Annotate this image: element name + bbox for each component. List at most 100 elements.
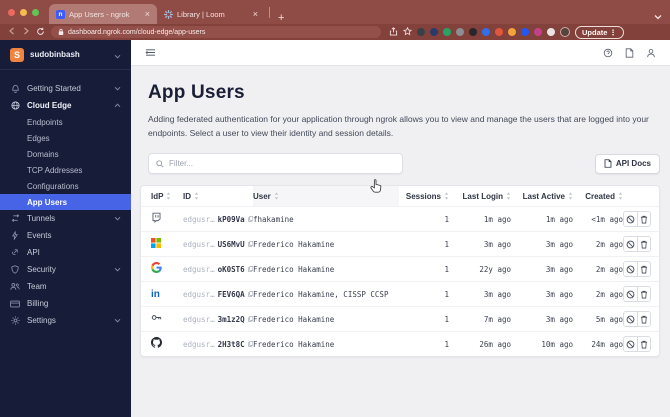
microsoft-icon xyxy=(151,235,161,253)
revoke-sessions-button[interactable] xyxy=(624,262,637,277)
extension-icon[interactable] xyxy=(495,28,503,36)
delete-user-button[interactable] xyxy=(636,237,650,252)
extension-icon[interactable] xyxy=(469,28,477,36)
docs-icon[interactable] xyxy=(625,47,634,58)
extension-icon[interactable] xyxy=(430,28,438,36)
sidebar-item-settings[interactable]: Settings xyxy=(0,312,131,329)
kebab-menu-icon[interactable]: ⋮ xyxy=(609,28,617,37)
last-active: 1m ago xyxy=(545,214,573,224)
revoke-sessions-button[interactable] xyxy=(624,312,637,327)
gear-icon xyxy=(10,316,20,325)
revoke-sessions-button[interactable] xyxy=(624,212,637,227)
sidebar-item-configurations[interactable]: Configurations xyxy=(0,178,131,194)
url-field[interactable]: dashboard.ngrok.com/cloud-edge/app-users xyxy=(51,26,381,38)
sessions-count: 1 xyxy=(444,214,449,224)
extension-icon[interactable] xyxy=(521,28,529,36)
extension-icon[interactable] xyxy=(534,28,542,36)
delete-user-button[interactable] xyxy=(636,262,650,277)
forward-icon[interactable] xyxy=(22,27,30,37)
sort-icon[interactable] xyxy=(274,192,279,200)
sidebar-item-billing[interactable]: Billing xyxy=(0,295,131,312)
delete-user-button[interactable] xyxy=(636,312,650,327)
sidebar-item-label: Cloud Edge xyxy=(27,101,72,110)
sidebar-item-cloud-edge[interactable]: Cloud Edge xyxy=(0,97,131,114)
col-header-created[interactable]: Created xyxy=(573,192,623,201)
sort-icon[interactable] xyxy=(166,192,171,200)
delete-user-button[interactable] xyxy=(636,287,650,302)
sidebar-item-team[interactable]: Team xyxy=(0,278,131,295)
tab-app-users[interactable]: n App Users - ngrok × xyxy=(49,4,157,24)
close-window-button[interactable] xyxy=(8,8,15,16)
bookmark-star-icon[interactable] xyxy=(402,23,413,41)
sidebar-item-label: API xyxy=(27,248,40,257)
table-row[interactable]: edgusr… 3m1z2Q Frederico Hakamine 1 7m ago 3m… xyxy=(141,306,659,331)
sidebar-item-edges[interactable]: Edges xyxy=(0,130,131,146)
table-row[interactable]: edgusr… US6MvU Frederico Hakamine 1 3m ago 3m… xyxy=(141,231,659,256)
new-tab-button[interactable]: + xyxy=(278,12,284,24)
refresh-icon[interactable] xyxy=(36,27,45,38)
row-action-group xyxy=(623,211,651,228)
last-active: 10m ago xyxy=(541,339,573,349)
address-bar: dashboard.ngrok.com/cloud-edge/app-users… xyxy=(0,24,670,40)
row-action-group xyxy=(623,336,651,353)
back-icon[interactable] xyxy=(8,27,16,37)
close-tab-icon[interactable]: × xyxy=(253,9,258,19)
sort-icon[interactable] xyxy=(618,192,623,200)
extension-icon[interactable] xyxy=(547,28,555,36)
sidebar-item-getting-started[interactable]: Getting Started xyxy=(0,80,131,97)
chrome-update-button[interactable]: Update ⋮ xyxy=(575,25,624,39)
maximize-window-button[interactable] xyxy=(32,8,39,16)
sidebar-item-tunnels[interactable]: Tunnels xyxy=(0,210,131,227)
sidebar-item-label: Endpoints xyxy=(27,117,63,127)
last-login: 26m ago xyxy=(479,339,511,349)
col-header-last-active[interactable]: Last Active xyxy=(511,192,573,201)
col-header-id[interactable]: ID xyxy=(183,192,253,201)
panel-toggle-icon[interactable] xyxy=(145,48,156,57)
account-switcher[interactable]: S sudobinbash xyxy=(0,40,131,70)
col-header-last-login[interactable]: Last Login xyxy=(449,192,511,201)
sidebar-item-tcp-addresses[interactable]: TCP Addresses xyxy=(0,162,131,178)
browser-profile-avatar[interactable] xyxy=(560,27,570,37)
extension-icon[interactable] xyxy=(482,28,490,36)
sessions-count: 1 xyxy=(444,239,449,249)
share-icon[interactable] xyxy=(389,23,398,41)
tab-search-chevron-icon[interactable] xyxy=(654,7,662,25)
delete-user-button[interactable] xyxy=(636,337,650,352)
account-icon[interactable] xyxy=(646,48,656,58)
table-row[interactable]: edgusr… 2H3t8C Frederico Hakamine 1 26m ago 1… xyxy=(141,331,659,356)
support-icon[interactable] xyxy=(603,48,613,58)
user-name: Frederico Hakamine, CISSP CCSP xyxy=(253,289,389,299)
extension-icon[interactable] xyxy=(417,28,425,36)
revoke-sessions-button[interactable] xyxy=(624,237,637,252)
revoke-sessions-button[interactable] xyxy=(624,287,637,302)
col-header-sessions[interactable]: Sessions xyxy=(399,192,449,201)
window-controls[interactable] xyxy=(8,0,39,24)
col-header-user[interactable]: User xyxy=(253,186,399,207)
user-id: edgusr… 2H3t8C xyxy=(183,340,253,349)
user-id: edgusr… oK0ST6 xyxy=(183,265,253,274)
sort-icon[interactable] xyxy=(194,192,199,200)
sidebar-item-security[interactable]: Security xyxy=(0,261,131,278)
sidebar-item-api[interactable]: API xyxy=(0,244,131,261)
table-row[interactable]: edgusr… kP09Va fhakamine 1 1m ago 1m ago <1m a… xyxy=(141,206,659,231)
sidebar-item-endpoints[interactable]: Endpoints xyxy=(0,114,131,130)
sidebar-item-label: Events xyxy=(27,231,52,240)
col-header-idp[interactable]: IdP xyxy=(151,192,183,201)
minimize-window-button[interactable] xyxy=(20,8,27,16)
globe-icon xyxy=(10,101,20,110)
table-row[interactable]: edgusr… oK0ST6 Frederico Hakamine 1 22y ago 3… xyxy=(141,256,659,281)
delete-user-button[interactable] xyxy=(636,212,650,227)
extension-icon[interactable] xyxy=(443,28,451,36)
close-tab-icon[interactable]: × xyxy=(145,9,150,19)
user-name: Frederico Hakamine xyxy=(253,314,335,324)
extension-icon[interactable] xyxy=(456,28,464,36)
tab-loom[interactable]: Library | Loom × xyxy=(157,4,265,24)
sidebar-item-app-users[interactable]: App Users xyxy=(0,194,131,210)
revoke-sessions-button[interactable] xyxy=(624,337,637,352)
sidebar-item-domains[interactable]: Domains xyxy=(0,146,131,162)
table-row[interactable]: in edgusr… FEV6QA Frederico Hakamine, CISSP… xyxy=(141,281,659,306)
extension-icon[interactable] xyxy=(508,28,516,36)
filter-input[interactable]: Filter... xyxy=(148,153,403,175)
sidebar-item-events[interactable]: Events xyxy=(0,227,131,244)
api-docs-button[interactable]: API Docs xyxy=(594,153,660,174)
